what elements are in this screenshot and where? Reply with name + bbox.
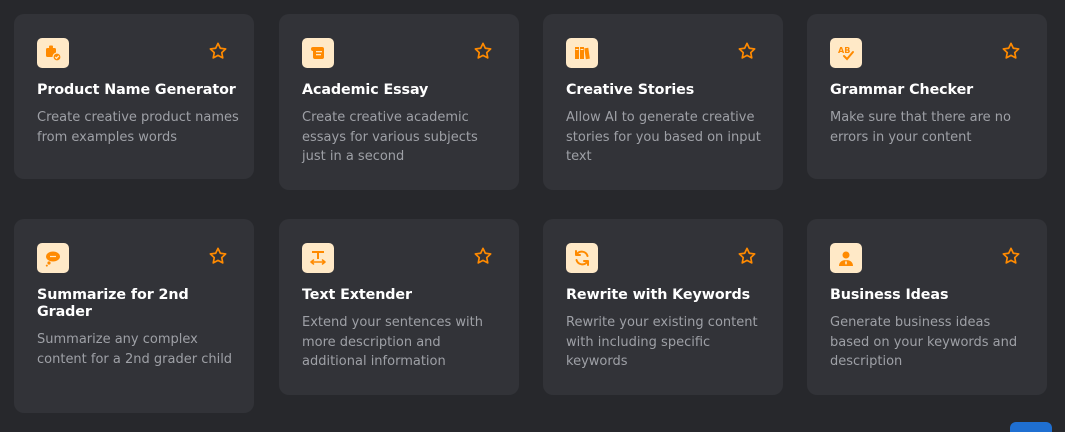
tool-card-rewrite-with-keywords[interactable]: Rewrite with Keywords Rewrite your exist… bbox=[543, 219, 783, 395]
chat-widget-button[interactable] bbox=[1010, 422, 1052, 432]
tool-description: Generate business ideas based on your ke… bbox=[830, 315, 1018, 369]
thought-bubble-icon bbox=[37, 243, 69, 273]
tool-title: Summarize for 2nd Grader bbox=[37, 287, 189, 320]
favorite-star-icon[interactable] bbox=[208, 41, 228, 61]
tool-description: Make sure that there are no errors in yo… bbox=[830, 110, 1011, 145]
tool-card-creative-stories[interactable]: Creative Stories Allow AI to generate cr… bbox=[543, 14, 783, 190]
favorite-star-icon[interactable] bbox=[1001, 41, 1021, 61]
refresh-icon bbox=[566, 243, 598, 273]
text-expand-icon bbox=[302, 243, 334, 273]
tool-description: Extend your sentences with more descript… bbox=[302, 315, 483, 369]
tool-card-academic-essay[interactable]: Academic Essay Create creative academic … bbox=[279, 14, 519, 190]
favorite-star-icon[interactable] bbox=[208, 246, 228, 266]
favorite-star-icon[interactable] bbox=[1001, 246, 1021, 266]
tool-card-summarize-for-2nd-grader[interactable]: Summarize for 2nd Grader Summarize any c… bbox=[14, 219, 254, 413]
tool-title: Rewrite with Keywords bbox=[566, 287, 751, 303]
tool-card-business-ideas[interactable]: Business Ideas Generate business ideas b… bbox=[807, 219, 1047, 395]
tool-title: Grammar Checker bbox=[830, 82, 974, 98]
tool-description: Rewrite your existing content with inclu… bbox=[566, 315, 758, 369]
product-box-icon bbox=[37, 38, 69, 68]
tool-description: Allow AI to generate creative stories fo… bbox=[566, 110, 761, 164]
favorite-star-icon[interactable] bbox=[737, 246, 757, 266]
tool-card-product-name-generator[interactable]: Product Name Generator Create creative p… bbox=[14, 14, 254, 179]
favorite-star-icon[interactable] bbox=[473, 246, 493, 266]
spell-check-icon: AB bbox=[830, 38, 862, 68]
books-icon bbox=[566, 38, 598, 68]
favorite-star-icon[interactable] bbox=[737, 41, 757, 61]
tool-title: Product Name Generator bbox=[37, 82, 236, 98]
tool-description: Create creative product names from examp… bbox=[37, 110, 239, 145]
tool-title: Academic Essay bbox=[302, 82, 429, 98]
favorite-star-icon[interactable] bbox=[473, 41, 493, 61]
tool-card-text-extender[interactable]: Text Extender Extend your sentences with… bbox=[279, 219, 519, 395]
tool-description: Create creative academic essays for vari… bbox=[302, 110, 478, 164]
tool-title: Text Extender bbox=[302, 287, 412, 303]
tool-title: Business Ideas bbox=[830, 287, 949, 303]
tool-card-grammar-checker[interactable]: AB Grammar Checker Make sure that there … bbox=[807, 14, 1047, 179]
tool-title: Creative Stories bbox=[566, 82, 695, 98]
tool-description: Summarize any complex content for a 2nd … bbox=[37, 332, 233, 367]
scroll-icon bbox=[302, 38, 334, 68]
svg-text:AB: AB bbox=[838, 46, 850, 55]
businessman-icon bbox=[830, 243, 862, 273]
